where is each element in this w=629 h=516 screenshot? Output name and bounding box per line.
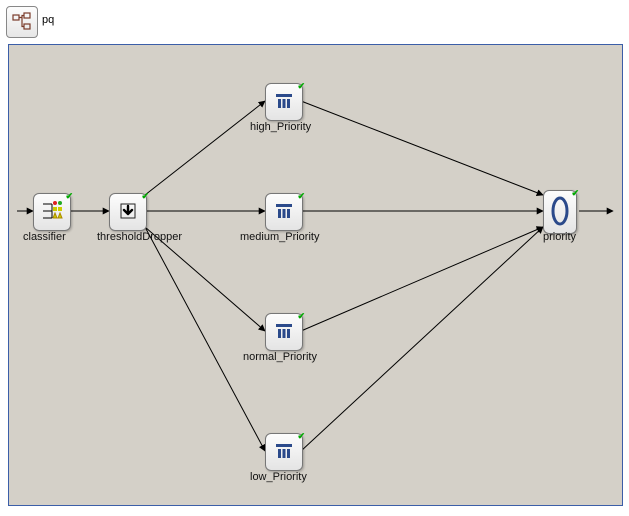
block-thresholdDropper[interactable]: ✔	[109, 193, 147, 231]
status-tick-icon: ✔	[571, 188, 579, 199]
block-medium_Priority[interactable]: ✔	[265, 193, 303, 231]
block-label-priority: priority	[543, 231, 576, 243]
edge	[301, 101, 543, 195]
module-title: pq	[42, 14, 54, 26]
scheduler-icon	[549, 196, 571, 229]
block-classifier[interactable]: ✔	[33, 193, 71, 231]
block-label-low_Priority: low_Priority	[250, 471, 307, 483]
status-tick-icon: ✔	[65, 191, 73, 202]
status-tick-icon: ✔	[297, 431, 305, 442]
edges-layer	[9, 45, 622, 505]
block-high_Priority[interactable]: ✔	[265, 83, 303, 121]
queue-icon	[273, 320, 295, 345]
block-label-thresholdDropper: thresholdDropper	[97, 231, 182, 243]
block-low_Priority[interactable]: ✔	[265, 433, 303, 471]
classifier-icon	[40, 199, 64, 226]
status-tick-icon: ✔	[297, 311, 305, 322]
status-tick-icon: ✔	[297, 191, 305, 202]
block-normal_Priority[interactable]: ✔	[265, 313, 303, 351]
status-tick-icon: ✔	[141, 191, 149, 202]
edge	[301, 227, 543, 451]
diagram-canvas[interactable]: ✔ classifier ✔ thresholdDropper ✔ high_Priori…	[8, 44, 623, 506]
module-icon	[6, 6, 38, 38]
edge	[301, 227, 543, 331]
edge	[145, 227, 265, 451]
block-label-normal_Priority: normal_Priority	[243, 351, 317, 363]
block-label-high_Priority: high_Priority	[250, 121, 311, 133]
status-tick-icon: ✔	[297, 81, 305, 92]
block-label-classifier: classifier	[23, 231, 66, 243]
queue-icon	[273, 440, 295, 465]
dropper-icon	[117, 200, 139, 225]
queue-icon	[273, 200, 295, 225]
queue-icon	[273, 90, 295, 115]
block-label-medium_Priority: medium_Priority	[240, 231, 319, 243]
edge	[145, 101, 265, 195]
block-priority[interactable]: ✔	[543, 190, 577, 234]
